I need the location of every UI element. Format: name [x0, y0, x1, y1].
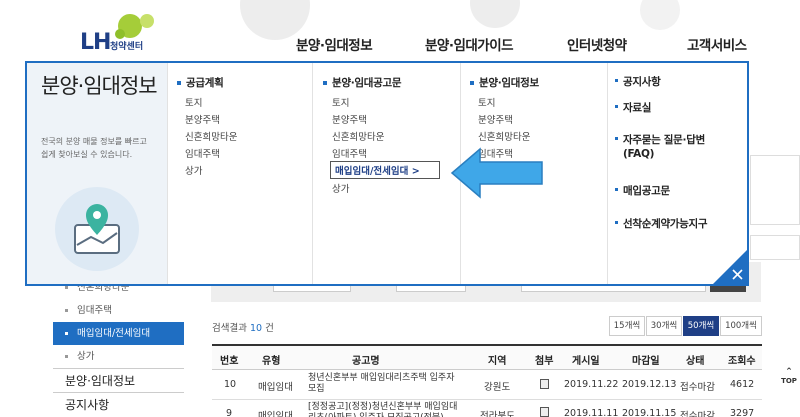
arrow-up-icon: ⌃	[785, 367, 793, 377]
col-posted: 게시일	[572, 356, 600, 367]
col-title: 공고명	[352, 356, 380, 367]
nav-sale-rent-info[interactable]: 분양·임대정보	[296, 34, 373, 54]
mega-menu-title: 분양·임대정보	[41, 74, 158, 98]
sidebar-subitem-commercial[interactable]: 상가	[53, 345, 184, 368]
col-views: 조회수	[728, 356, 756, 367]
menu-item-land[interactable]: 토지	[332, 95, 349, 109]
menu-item-sale-housing[interactable]: 분양주택	[332, 112, 367, 126]
per-page-15[interactable]: 15개씩	[609, 316, 645, 336]
menu-item-first-come-districts[interactable]: 선착순계약가능지구	[615, 217, 708, 231]
menu-item-land[interactable]: 토지	[185, 95, 202, 109]
lh-logo[interactable]: LH 청약센터	[80, 12, 170, 56]
col-type: 유형	[262, 356, 281, 367]
menu-item-faq[interactable]: 자주묻는 질문·답변 (FAQ)	[615, 133, 733, 161]
menu-item-newlywed-town[interactable]: 신혼희망타운	[478, 129, 530, 143]
illustration-circle	[55, 187, 139, 271]
mega-menu-intro: 분양·임대정보 전국의 분양 매물 정보를 빠르고 쉽게 찾아보실 수 있습니다…	[27, 63, 167, 284]
notice-title-link[interactable]: [정정공고](정정)청년신혼부부 매입임대리츠(아파트) 입주자 모집공고(전북…	[308, 402, 460, 417]
menu-item-newlywed-town[interactable]: 신혼희망타운	[332, 129, 384, 143]
background-panel	[750, 155, 800, 225]
result-count: 검색결과 10 건	[212, 323, 274, 334]
close-icon[interactable]	[711, 248, 749, 286]
col-no: 번호	[220, 356, 239, 367]
menu-item-sale-housing[interactable]: 분양주택	[185, 112, 220, 126]
column-heading-supply-plan[interactable]: 공급계획	[177, 75, 224, 90]
sidebar-item-sale-rent-info[interactable]: 분양·임대정보	[53, 368, 184, 392]
table-header: 번호 유형 공고명 지역 첨부 게시일 마감일 상태 조회수	[212, 344, 762, 370]
file-icon[interactable]	[540, 407, 549, 417]
per-page-100[interactable]: 100개씩	[720, 316, 762, 336]
col-deadline: 마감일	[632, 356, 660, 367]
menu-item-purchase-notice[interactable]: 매입공고문	[615, 184, 670, 198]
column-heading-sale-rent-info[interactable]: 분양·임대정보	[470, 75, 539, 90]
col-region: 지역	[488, 356, 507, 367]
col-attach: 첨부	[535, 356, 554, 367]
nav-internet-subscription[interactable]: 인터넷청약	[567, 34, 627, 54]
menu-item-sale-housing[interactable]: 분양주택	[478, 112, 513, 126]
nav-sale-rent-guide[interactable]: 분양·임대가이드	[425, 34, 514, 54]
menu-item-commercial[interactable]: 상가	[185, 163, 202, 177]
menu-item-rental-housing[interactable]: 임대주택	[332, 146, 367, 160]
nav-customer-service[interactable]: 고객서비스	[687, 34, 747, 54]
col-status: 상태	[686, 356, 705, 367]
menu-item-commercial[interactable]: 상가	[332, 181, 349, 195]
file-icon[interactable]	[540, 379, 549, 389]
sidebar-subitem-rental-housing[interactable]: 임대주택	[53, 299, 184, 322]
mega-menu: 분양·임대정보 전국의 분양 매물 정보를 빠르고 쉽게 찾아보실 수 있습니다…	[25, 61, 749, 286]
pointer-arrow-icon	[450, 147, 543, 199]
per-page-30[interactable]: 30개씩	[646, 316, 682, 336]
menu-item-newlywed-town[interactable]: 신혼희망타운	[185, 129, 237, 143]
background-panel	[750, 235, 800, 260]
logo-text: LH	[80, 30, 111, 55]
mega-menu-description: 전국의 분양 매물 정보를 빠르고 쉽게 찾아보실 수 있습니다.	[41, 137, 147, 159]
table-row[interactable]: 10 매입임대 청년신혼부부 매입임대리츠주택 입주자 모집 강원도 2019.…	[212, 370, 762, 400]
table-row[interactable]: 9 매입임대 [정정공고](정정)청년신혼부부 매입임대리츠(아파트) 입주자 …	[212, 400, 762, 417]
menu-item-rental-housing[interactable]: 임대주택	[185, 146, 220, 160]
logo-mark-icon	[115, 14, 154, 39]
sidebar-subitem-purchase-rental[interactable]: 매입임대/전세임대	[53, 322, 184, 345]
column-heading-announcements[interactable]: 분양·임대공고문	[323, 75, 402, 90]
menu-item-land[interactable]: 토지	[478, 95, 495, 109]
logo-subtitle: 청약센터	[110, 42, 144, 52]
menu-item-notice[interactable]: 공지사항	[615, 75, 661, 89]
site-header: LH 청약센터 분양·임대정보 분양·임대가이드 인터넷청약 고객서비스	[0, 0, 800, 60]
menu-item-purchase-rental[interactable]: 매입임대/전세임대 >	[330, 161, 440, 179]
decorative-circle	[470, 0, 520, 28]
menu-item-archive[interactable]: 자료실	[615, 101, 651, 115]
scroll-top-button[interactable]: ⌃ TOP	[778, 367, 800, 385]
sidebar-item-notice[interactable]: 공지사항	[53, 392, 184, 416]
decorative-circle	[640, 0, 680, 30]
notice-title-link[interactable]: 청년신혼부부 매입임대리츠주택 입주자 모집	[308, 373, 460, 395]
per-page-50[interactable]: 50개씩	[683, 316, 719, 336]
map-icon	[74, 204, 120, 254]
